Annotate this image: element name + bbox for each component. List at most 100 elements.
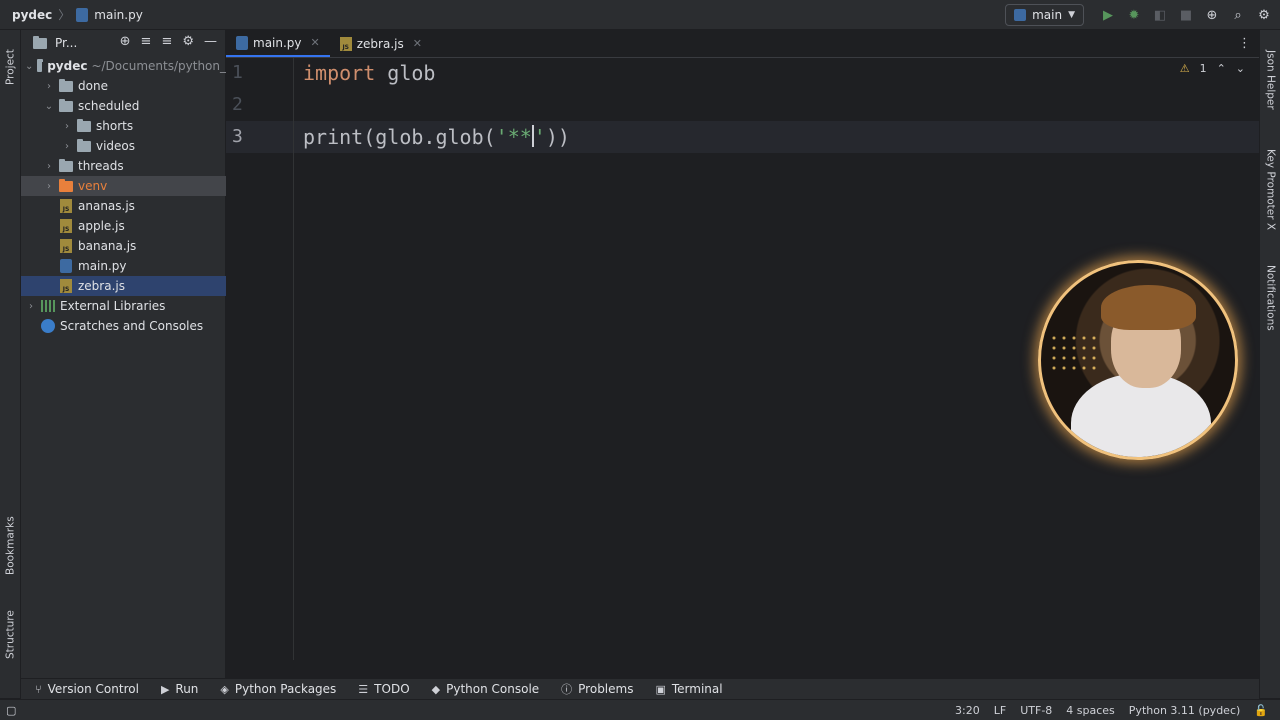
problems-icon: ⓘ	[561, 683, 573, 696]
tree-item-external-libraries[interactable]: › External Libraries	[21, 296, 226, 316]
project-folder-icon	[33, 35, 47, 49]
function-print: print	[303, 125, 364, 149]
tool-label: Terminal	[671, 682, 723, 696]
tree-item-main-py[interactable]: main.py	[21, 256, 226, 276]
tree-item-label: apple.js	[78, 219, 125, 233]
bookmarks-tool-button[interactable]: Bookmarks	[0, 508, 21, 584]
tool-label: TODO	[374, 682, 410, 696]
packages-icon: ◈	[220, 682, 229, 696]
stop-icon[interactable]: ■	[1178, 7, 1194, 23]
webcam-overlay	[1038, 260, 1238, 460]
chevron-right-icon[interactable]: ›	[25, 301, 37, 312]
left-tool-strip: Project Bookmarks Structure	[0, 30, 21, 698]
collapse-all-icon[interactable]: ≡	[161, 34, 172, 49]
line-separator[interactable]: LF	[994, 704, 1006, 717]
file-encoding[interactable]: UTF-8	[1020, 704, 1052, 717]
chevron-right-icon[interactable]: ›	[43, 161, 55, 172]
tree-item-apple-js[interactable]: JS apple.js	[21, 216, 226, 236]
version-control-tool[interactable]: ⑂ Version Control	[35, 682, 139, 696]
close-icon[interactable]: ✕	[413, 37, 422, 50]
json-helper-tool-button[interactable]: Json Helper	[1260, 40, 1280, 120]
breadcrumb-file[interactable]: main.py	[76, 7, 143, 22]
python-file-icon	[60, 259, 72, 273]
tree-item-banana-js[interactable]: JS banana.js	[21, 236, 226, 256]
tab-zebra-js[interactable]: JS zebra.js ✕	[330, 30, 432, 57]
code-line-1: import glob	[303, 61, 435, 85]
project-tool-button[interactable]: Project	[0, 36, 21, 98]
chevron-down-icon[interactable]: ⌄	[25, 61, 33, 72]
coverage-icon[interactable]: ◧	[1152, 7, 1168, 23]
caret-position[interactable]: 3:20	[955, 704, 980, 717]
library-icon	[41, 300, 55, 312]
tree-item-venv[interactable]: › venv	[21, 176, 226, 196]
structure-tool-label: Structure	[4, 610, 17, 660]
structure-tool-button[interactable]: Structure	[0, 602, 21, 668]
python-console-tool[interactable]: ◆ Python Console	[432, 682, 540, 696]
locate-icon[interactable]: ⊕	[120, 34, 131, 49]
tree-item-zebra-js[interactable]: JS zebra.js	[21, 276, 226, 296]
hide-icon[interactable]: —	[204, 34, 217, 49]
tool-label: Problems	[578, 682, 634, 696]
tree-item-done[interactable]: › done	[21, 76, 226, 96]
chevron-right-icon[interactable]: ›	[61, 141, 73, 152]
call-expression: (glob.glob(	[363, 125, 496, 149]
python-icon: ◆	[431, 682, 441, 696]
python-interpreter[interactable]: Python 3.11 (pydec)	[1129, 704, 1241, 717]
notifications-tool-button[interactable]: Notifications	[1260, 258, 1280, 338]
search-icon[interactable]: ⌕	[1230, 7, 1246, 23]
indent-setting[interactable]: 4 spaces	[1066, 704, 1115, 717]
tree-item-threads[interactable]: › threads	[21, 156, 226, 176]
gear-icon[interactable]: ⚙	[182, 34, 194, 49]
key-promoter-tool-button[interactable]: Key Promoter X	[1260, 140, 1280, 240]
js-file-icon: JS	[60, 219, 72, 233]
problems-tool[interactable]: ⓘ Problems	[561, 681, 633, 697]
inspection-widget[interactable]: ⚠ 1 ⌃ ⌄	[1180, 62, 1245, 75]
translate-icon[interactable]: ⊕	[1204, 7, 1220, 23]
line-number: 2	[232, 94, 243, 115]
debug-icon[interactable]: ✹	[1126, 7, 1142, 23]
tree-item-scheduled[interactable]: ⌄ scheduled	[21, 96, 226, 116]
scratches-icon	[41, 319, 55, 333]
run-config-selector[interactable]: main ▼	[1005, 4, 1084, 26]
chevron-down-icon[interactable]: ⌄	[43, 101, 55, 112]
tree-item-label: banana.js	[78, 239, 137, 253]
chevron-up-icon[interactable]: ⌃	[1217, 62, 1226, 75]
settings-icon[interactable]: ⚙	[1256, 7, 1272, 23]
run-tool[interactable]: ▶ Run	[161, 682, 198, 696]
chevron-right-icon[interactable]: ›	[43, 181, 55, 192]
line-number: 3	[232, 126, 243, 147]
tree-item-label: External Libraries	[60, 299, 166, 313]
chevron-down-icon[interactable]: ⌄	[1236, 62, 1245, 75]
tab-label: main.py	[253, 35, 302, 50]
folder-icon	[59, 78, 73, 92]
terminal-tool[interactable]: ▣ Terminal	[655, 682, 722, 696]
python-packages-tool[interactable]: ◈ Python Packages	[220, 682, 336, 696]
tool-label: Python Packages	[234, 682, 337, 696]
tree-item-scratches[interactable]: Scratches and Consoles	[21, 316, 226, 336]
chevron-right-icon: 〉	[58, 8, 71, 22]
tree-item-shorts[interactable]: › shorts	[21, 116, 226, 136]
lock-icon[interactable]: 🔓	[1254, 704, 1268, 717]
tab-main-py[interactable]: main.py ✕	[226, 30, 330, 57]
warning-icon: ⚠	[1179, 62, 1190, 75]
right-tool-strip: Json Helper Key Promoter X Notifications	[1259, 30, 1280, 698]
project-name[interactable]: pydec	[12, 8, 52, 22]
chevron-right-icon[interactable]: ›	[43, 81, 55, 92]
string-literal-end: '	[533, 125, 546, 149]
layout-toggle-icon[interactable]: ▢	[0, 704, 16, 717]
tree-item-label: done	[78, 79, 108, 93]
tree-item-pydec[interactable]: ⌄ pydec ~/Documents/python_	[21, 56, 226, 76]
close-icon[interactable]: ✕	[311, 36, 320, 49]
chevron-right-icon[interactable]: ›	[61, 121, 73, 132]
tree-item-videos[interactable]: › videos	[21, 136, 226, 156]
breadcrumb: pydec 〉 main.py	[0, 6, 143, 23]
project-panel-title[interactable]: Pr...	[55, 36, 77, 50]
folder-icon	[77, 118, 91, 132]
more-options-icon[interactable]: ⋮	[1238, 36, 1251, 51]
run-icon[interactable]: ▶	[1100, 7, 1116, 23]
todo-tool[interactable]: ☰ TODO	[358, 682, 409, 696]
tree-item-ananas-js[interactable]: JS ananas.js	[21, 196, 226, 216]
terminal-icon: ▣	[655, 682, 666, 696]
expand-all-icon[interactable]: ≡	[141, 34, 152, 49]
js-file-icon: JS	[60, 279, 72, 293]
